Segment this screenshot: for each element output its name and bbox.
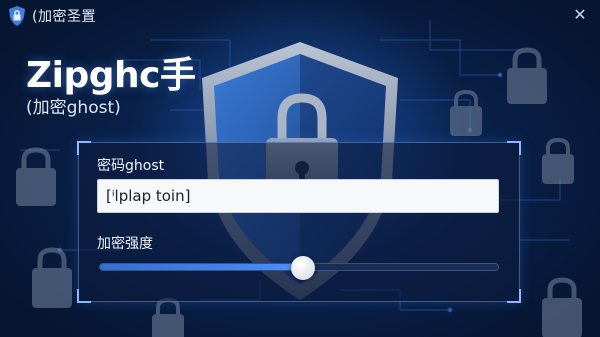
password-input[interactable] bbox=[97, 179, 499, 213]
panel-corner bbox=[77, 289, 91, 303]
panel-corner bbox=[507, 141, 521, 155]
title-bar: (加密圣置 ✕ bbox=[0, 0, 600, 32]
close-button[interactable]: ✕ bbox=[570, 5, 590, 25]
encryption-panel: 密码ghost 加密强度 bbox=[77, 141, 521, 303]
app-name: Zipghc手 bbox=[26, 55, 196, 96]
shield-lock-icon bbox=[8, 6, 26, 26]
app-subtitle: (加密ghost) bbox=[26, 98, 121, 118]
window-title: (加密圣置 bbox=[32, 9, 96, 25]
strength-slider[interactable] bbox=[99, 256, 499, 280]
strength-label: 加密强度 bbox=[97, 236, 153, 252]
app-window: (加密圣置 ✕ Zipghc手 (加密ghost) 密码ghost 加密强度 bbox=[0, 0, 600, 337]
panel-corner bbox=[507, 289, 521, 303]
password-label: 密码ghost bbox=[97, 158, 165, 174]
strength-slider-thumb[interactable] bbox=[290, 256, 315, 280]
strength-slider-fill bbox=[100, 264, 303, 270]
panel-corner bbox=[77, 141, 91, 155]
